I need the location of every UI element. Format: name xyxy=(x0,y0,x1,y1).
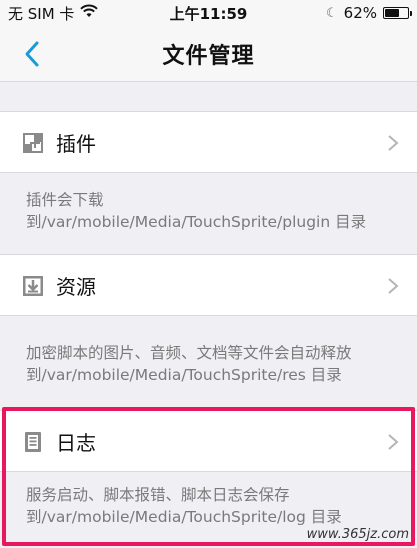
list-item-plugin[interactable]: 插件 xyxy=(0,111,417,173)
chevron-right-icon xyxy=(387,134,399,152)
list-item-label: 插件 xyxy=(56,131,96,156)
resource-description: 加密脚本的图片、音频、文档等文件会自动释放到/var/mobile/Media/… xyxy=(26,344,352,384)
chevron-left-icon xyxy=(25,41,39,67)
plugin-description: 插件会下载到/var/mobile/Media/TouchSprite/plug… xyxy=(26,191,367,231)
battery-percent: 62% xyxy=(343,4,377,22)
list-item-resource[interactable]: 资源 xyxy=(0,254,417,316)
list-item-label: 资源 xyxy=(56,274,96,299)
status-bar: 无 SIM 卡 上午11:59 ☾ 62% xyxy=(0,0,417,26)
battery-icon xyxy=(383,7,412,19)
back-button[interactable] xyxy=(14,36,50,72)
moon-icon: ☾ xyxy=(326,5,338,21)
list-item-label: 日志 xyxy=(56,430,96,455)
page-title: 文件管理 xyxy=(162,43,255,69)
log-icon xyxy=(22,431,44,453)
chevron-right-icon xyxy=(387,277,399,295)
list-item-log[interactable]: 日志 xyxy=(0,410,417,472)
watermark: www.365jz.com xyxy=(306,527,409,542)
carrier-text: 无 SIM 卡 xyxy=(8,4,75,23)
plugin-icon xyxy=(22,132,44,154)
download-box-icon xyxy=(22,275,44,297)
chevron-right-icon xyxy=(387,433,399,451)
battery-fill xyxy=(385,9,399,17)
nav-bar: 文件管理 xyxy=(0,26,417,82)
log-description: 服务启动、脚本报错、脚本日志会保存到/var/mobile/Media/Touc… xyxy=(26,486,342,526)
wifi-icon xyxy=(80,4,99,22)
